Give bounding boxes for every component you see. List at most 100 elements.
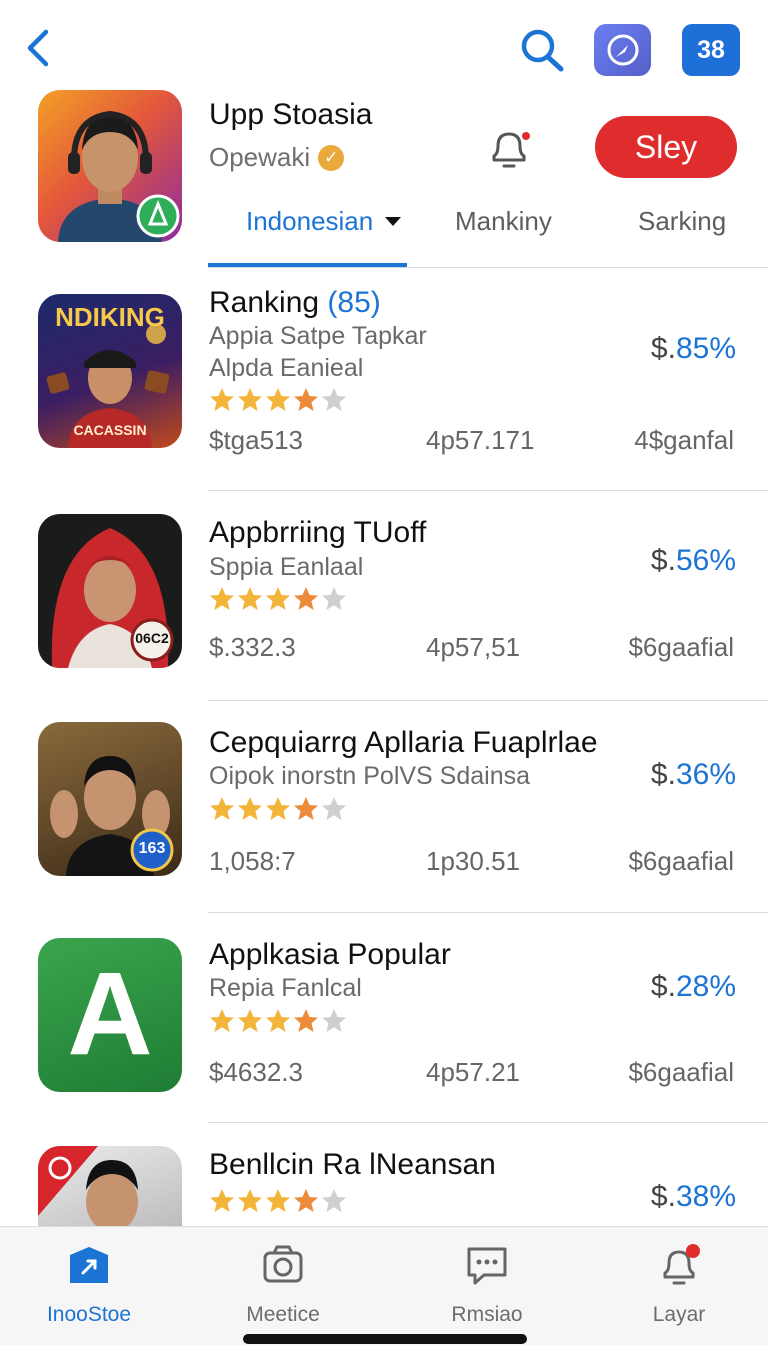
app-category: Alpda Eanieal xyxy=(209,354,364,382)
star-icon xyxy=(210,1189,234,1212)
star-icon xyxy=(294,1009,318,1032)
stat-size: 4p57.171 xyxy=(426,425,535,455)
icon-caption: CACASSIN xyxy=(73,422,147,438)
divider xyxy=(208,267,768,268)
star-icon xyxy=(266,797,290,820)
percent-value: 85% xyxy=(675,332,736,365)
compass-button[interactable] xyxy=(594,24,651,76)
app-title[interactable]: Ranking (85) xyxy=(209,286,381,320)
icon-letter: A xyxy=(67,948,153,1080)
nav-label: InooStoe xyxy=(46,1303,132,1326)
stat-downloads: $4632.3 xyxy=(209,1057,303,1087)
app-developer[interactable]: Opewaki ✓ xyxy=(209,142,345,173)
app-icon[interactable]: 06C2 xyxy=(38,514,182,668)
star-icon xyxy=(238,797,262,820)
app-title[interactable]: Appbrriing TUoff xyxy=(209,516,426,550)
percent-value: 28% xyxy=(675,970,736,1003)
tab-mankiny[interactable]: Mankiny xyxy=(455,206,552,237)
star-icon xyxy=(238,1189,262,1212)
chevron-left-icon xyxy=(27,29,49,67)
currency: $. xyxy=(650,970,676,1003)
divider xyxy=(208,490,768,491)
tab-sarking[interactable]: Sarking xyxy=(638,206,726,237)
nav-label: Rmsiao xyxy=(451,1303,523,1326)
title-text: Ranking xyxy=(209,286,320,319)
stat-size: 4p57,51 xyxy=(426,632,520,662)
ranking-count: (85) xyxy=(327,286,381,319)
app-title[interactable]: Benllcin Ra lNeansan xyxy=(209,1148,496,1182)
notify-button[interactable] xyxy=(484,124,534,174)
app-subtitle: Oipok inorstn PolVS Sdainsa xyxy=(209,762,531,790)
star-rating xyxy=(209,1008,347,1034)
stat-downloads: $tga513 xyxy=(209,425,303,455)
star-icon xyxy=(210,1009,234,1032)
app-title[interactable]: Cepquiarrg Apllaria Fuaplrlae xyxy=(209,726,598,760)
nav-layar[interactable]: Layar xyxy=(604,1243,754,1327)
star-icon xyxy=(238,587,262,610)
app-subtitle: Sppia Eanlaal xyxy=(209,553,364,581)
app-icon[interactable] xyxy=(38,1146,182,1226)
chat-icon xyxy=(467,1247,507,1285)
stat-price: $6gaafial xyxy=(628,846,734,876)
star-icon xyxy=(238,1009,262,1032)
count-badge[interactable]: 38 xyxy=(682,24,740,76)
star-icon xyxy=(322,587,346,610)
percent-value: 56% xyxy=(675,544,736,577)
nav-store[interactable]: InooStoe xyxy=(14,1243,164,1327)
star-icon xyxy=(238,388,262,411)
star-icon xyxy=(294,797,318,820)
currency: $. xyxy=(650,758,676,791)
app-subtitle: Appia Satpe Tapkar xyxy=(209,322,427,350)
price-percent: $.56% xyxy=(651,544,736,578)
stat-price: 4$ganfal xyxy=(634,425,734,455)
star-icon xyxy=(266,1189,290,1212)
icon-badge: 163 xyxy=(138,840,166,857)
currency: $. xyxy=(650,544,676,577)
avatar xyxy=(58,110,180,242)
divider xyxy=(208,700,768,701)
star-icon xyxy=(210,388,234,411)
verified-icon: ✓ xyxy=(318,144,345,171)
icon-badge: 06C2 xyxy=(135,630,169,646)
divider xyxy=(208,912,768,913)
search-button[interactable] xyxy=(518,26,568,74)
nav-meetice[interactable]: Meetice xyxy=(208,1243,358,1327)
stat-size: 4p57.21 xyxy=(426,1057,520,1087)
app-icon[interactable]: 163 xyxy=(38,722,182,876)
bell-icon xyxy=(492,132,530,168)
star-icon xyxy=(266,1009,290,1032)
star-icon xyxy=(294,388,318,411)
nav-rmsiao[interactable]: Rmsiao xyxy=(412,1243,562,1327)
app-title[interactable]: Applkasia Popular xyxy=(209,938,451,972)
app-icon[interactable]: A xyxy=(38,938,182,1092)
developer-name: Opewaki xyxy=(209,142,311,172)
store-icon xyxy=(70,1247,108,1283)
price-percent: $.38% xyxy=(651,1180,736,1214)
caret-down-icon xyxy=(385,216,402,226)
star-icon xyxy=(210,587,234,610)
star-icon xyxy=(294,1189,318,1212)
search-icon xyxy=(521,29,564,72)
star-rating xyxy=(209,1188,347,1214)
get-button[interactable]: Sley xyxy=(595,116,737,178)
star-icon xyxy=(266,388,290,411)
app-icon xyxy=(38,90,182,242)
star-rating xyxy=(209,796,347,822)
icon-banner: NDIKING xyxy=(55,302,165,332)
currency: $. xyxy=(650,1180,676,1213)
back-button[interactable] xyxy=(22,26,62,70)
star-icon xyxy=(322,1009,346,1032)
tab-indonesian[interactable]: Indonesian xyxy=(246,206,402,237)
app-icon[interactable]: NDIKING CACASSIN xyxy=(38,294,182,448)
price-percent: $.28% xyxy=(651,970,736,1004)
price-percent: $.36% xyxy=(651,758,736,792)
stat-price: $6gaafial xyxy=(628,632,734,662)
star-icon xyxy=(322,388,346,411)
home-indicator xyxy=(243,1334,527,1344)
star-rating xyxy=(209,387,347,413)
bottom-nav: InooStoe Meetice Rmsiao Layar xyxy=(0,1226,768,1345)
stat-downloads: $.332.3 xyxy=(209,632,296,662)
percent-value: 36% xyxy=(675,758,736,791)
currency: $. xyxy=(650,332,676,365)
price-percent: $.85% xyxy=(651,332,736,366)
